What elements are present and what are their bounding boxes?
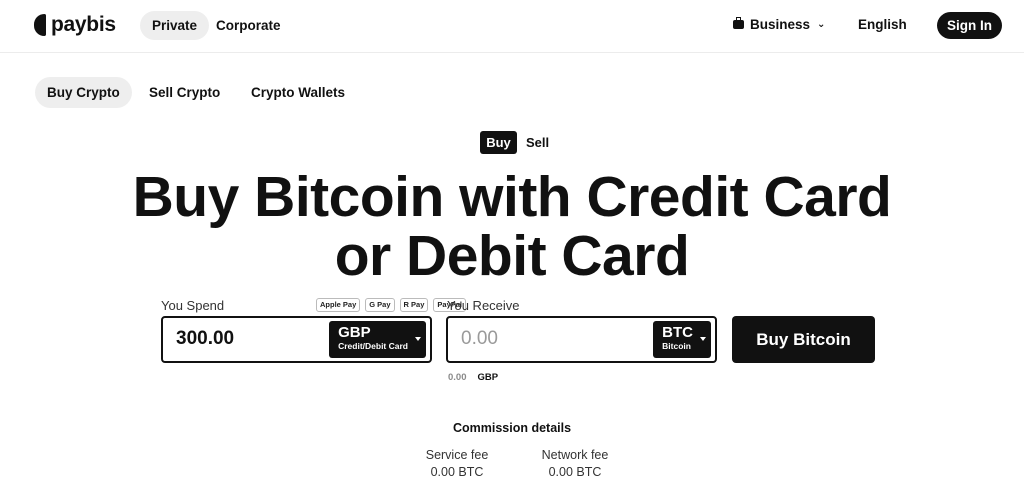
spend-field[interactable]: 300.00 GBP Credit/Debit Card xyxy=(161,316,432,363)
spend-currency-selector[interactable]: GBP Credit/Debit Card xyxy=(329,321,426,358)
briefcase-icon xyxy=(733,17,744,29)
spend-currency-code: GBP xyxy=(338,324,371,341)
network-fee: Network fee 0.00 BTC xyxy=(525,447,625,481)
network-fee-value: 0.00 BTC xyxy=(548,465,602,479)
spend-label: You Spend xyxy=(161,298,225,313)
receive-field[interactable]: 0.00 BTC Bitcoin xyxy=(446,316,717,363)
paybis-logo[interactable]: paybis xyxy=(34,13,116,37)
buy-bitcoin-button[interactable]: Buy Bitcoin xyxy=(732,316,875,363)
business-menu[interactable]: Business ⌄ xyxy=(733,17,825,32)
receive-label: You Receive xyxy=(447,298,520,313)
r-pay-icon: R Pay xyxy=(399,298,429,312)
sign-in-button[interactable]: Sign In xyxy=(937,12,1002,39)
business-label: Business xyxy=(750,17,811,32)
buy-toggle[interactable]: Buy xyxy=(480,131,517,154)
paybis-logo-icon xyxy=(34,14,46,36)
receive-currency-selector[interactable]: BTC Bitcoin xyxy=(653,321,711,358)
caret-down-icon xyxy=(415,337,421,341)
commission-title: Commission details xyxy=(452,421,572,435)
google-pay-icon: G Pay xyxy=(365,298,395,312)
receive-currency-name: Bitcoin xyxy=(662,341,691,351)
spend-payment-method: Credit/Debit Card xyxy=(338,341,408,351)
payment-methods: Apple Pay G Pay R Pay PayPal xyxy=(316,298,466,312)
top-navigation: paybis Private Corporate Business ⌄ Engl… xyxy=(0,0,1024,53)
segment-private[interactable]: Private xyxy=(140,11,210,40)
service-fee-value: 0.00 BTC xyxy=(430,465,484,479)
page-title: Buy Bitcoin with Credit Card or Debit Ca… xyxy=(132,165,892,288)
apple-pay-icon: Apple Pay xyxy=(316,298,361,312)
language-selector[interactable]: English xyxy=(858,17,907,32)
caret-down-icon xyxy=(700,337,706,341)
service-fee: Service fee 0.00 BTC xyxy=(407,447,507,481)
spend-amount-input[interactable]: 300.00 xyxy=(176,328,234,350)
sell-toggle[interactable]: Sell xyxy=(526,131,549,154)
tab-crypto-wallets[interactable]: Crypto Wallets xyxy=(239,77,357,108)
service-fee-label: Service fee xyxy=(425,448,489,462)
network-fee-label: Network fee xyxy=(541,448,609,462)
receive-amount-input[interactable]: 0.00 xyxy=(461,328,498,350)
conversion-currency: GBP xyxy=(477,372,499,383)
tab-buy-crypto[interactable]: Buy Crypto xyxy=(35,77,132,108)
brand-name: paybis xyxy=(51,13,116,36)
conversion-value: 0.00 xyxy=(448,372,467,383)
tab-sell-crypto[interactable]: Sell Crypto xyxy=(137,77,232,108)
chevron-down-icon: ⌄ xyxy=(817,19,826,30)
segment-corporate[interactable]: Corporate xyxy=(204,11,293,40)
receive-currency-code: BTC xyxy=(662,324,693,341)
conversion-info: 0.00 GBP xyxy=(448,372,498,383)
